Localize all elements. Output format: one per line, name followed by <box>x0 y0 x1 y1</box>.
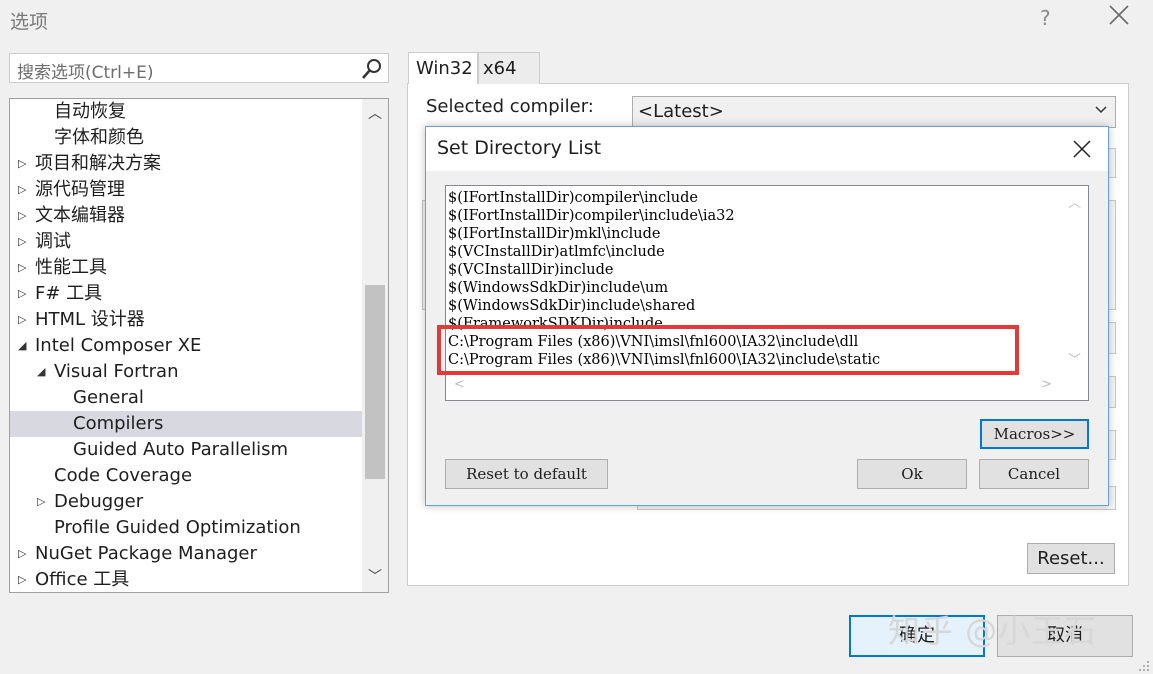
tree-item[interactable]: Compilers <box>10 411 362 437</box>
tree-item-label: 文本编辑器 <box>35 205 125 226</box>
directory-line[interactable]: $(VCInstallDir)include <box>448 261 1060 279</box>
scroll-right-icon[interactable]: > <box>1041 377 1052 392</box>
help-button[interactable]: ? <box>1040 6 1051 30</box>
dialog-ok-button[interactable]: Ok <box>857 459 967 489</box>
list-horizontal-scrollbar[interactable]: < > <box>446 374 1088 400</box>
dialog-cancel-button[interactable]: Cancel <box>979 459 1089 489</box>
scroll-down-icon[interactable]: ﹀ <box>1068 349 1081 368</box>
tree-item-label: 源代码管理 <box>35 179 125 200</box>
collapse-icon[interactable]: ◢ <box>18 333 26 359</box>
tree-item-label: General <box>73 387 144 408</box>
dialog-title: Set Directory List <box>437 137 602 159</box>
reset-to-default-button[interactable]: Reset to default <box>445 459 608 489</box>
expand-icon[interactable]: ▷ <box>18 255 26 281</box>
expand-icon[interactable]: ▷ <box>37 489 45 515</box>
set-directory-dialog: Set Directory List $(IFortInstallDir)com… <box>425 126 1109 506</box>
expand-icon[interactable]: ▷ <box>18 229 26 255</box>
directory-line[interactable]: $(IFortInstallDir)compiler\include <box>448 189 1060 207</box>
scroll-up-icon[interactable]: ︿ <box>368 103 382 123</box>
scroll-down-icon[interactable]: ﹀ <box>368 566 382 586</box>
dialog-close-icon[interactable] <box>1072 139 1092 159</box>
tree-item-label: F# 工具 <box>35 283 103 304</box>
macros-button[interactable]: Macros>> <box>980 419 1089 449</box>
tree-item-label: Visual Fortran <box>54 361 179 382</box>
search-input[interactable]: 搜索选项(Ctrl+E) <box>9 53 389 83</box>
collapse-icon[interactable]: ◢ <box>37 359 45 385</box>
hidden-field <box>1108 376 1116 408</box>
tree-item-label: 项目和解决方案 <box>35 153 161 174</box>
tree-item-label: Debugger <box>54 491 144 512</box>
expand-icon[interactable]: ▷ <box>18 281 26 307</box>
tree-item-label: Profile Guided Optimization <box>54 517 301 538</box>
directory-line[interactable]: $(VCInstallDir)atlmfc\include <box>448 243 1060 261</box>
expand-icon[interactable]: ▷ <box>18 541 26 567</box>
directory-line[interactable]: $(WindowsSdkDir)include\shared <box>448 297 1060 315</box>
compiler-select[interactable]: <Latest> <box>632 96 1116 128</box>
tree-item[interactable]: General <box>10 385 362 411</box>
tree-item[interactable]: ▷ 源代码管理 <box>10 177 362 203</box>
tree-item[interactable]: ▷ NuGet Package Manager <box>10 541 362 567</box>
tree-item-label: Intel Composer XE <box>35 335 202 356</box>
tree-item-label: Guided Auto Parallelism <box>73 439 289 460</box>
tree-item-label: Office 工具 <box>35 569 130 590</box>
options-tree[interactable]: 自动恢复字体和颜色 ▷ 项目和解决方案 ▷ 源代码管理 ▷ 文本编辑器 ▷ 调试 ▷ 性能工具 ▷ F#… <box>9 98 389 593</box>
tree-item-label: 调试 <box>35 231 71 252</box>
hidden-field <box>1108 148 1116 178</box>
hidden-field <box>1108 200 1116 310</box>
tree-item[interactable]: ▷ 性能工具 <box>10 255 362 281</box>
highlight-box <box>437 325 1019 375</box>
expand-icon[interactable]: ▷ <box>18 307 26 333</box>
search-placeholder: 搜索选项(Ctrl+E) <box>17 63 154 83</box>
expand-icon[interactable]: ▷ <box>18 567 26 592</box>
tree-item-label: 自动恢复 <box>54 101 126 122</box>
directory-line[interactable]: $(WindowsSdkDir)include\um <box>448 279 1060 297</box>
search-icon[interactable] <box>361 58 383 80</box>
tree-item-label: NuGet Package Manager <box>35 543 257 564</box>
reset-button[interactable]: Reset... <box>1027 543 1115 574</box>
dialog-titlebar: Set Directory List <box>426 127 1108 171</box>
expand-icon[interactable]: ▷ <box>18 177 26 203</box>
directory-line[interactable]: $(IFortInstallDir)compiler\include\ia32 <box>448 207 1060 225</box>
tree-item[interactable]: ◢ Intel Composer XE <box>10 333 362 359</box>
scroll-left-icon[interactable]: < <box>454 377 465 392</box>
chevron-down-icon <box>1095 106 1107 114</box>
tree-scrollbar[interactable]: ︿ ﹀ <box>362 99 388 592</box>
tree-item[interactable]: ▷ Debugger <box>10 489 362 515</box>
tree-item[interactable]: Guided Auto Parallelism <box>10 437 362 463</box>
tree-item-label: Compilers <box>73 413 164 434</box>
directory-line[interactable]: $(IFortInstallDir)mkl\include <box>448 225 1060 243</box>
resize-grip-icon[interactable] <box>1138 660 1150 672</box>
expand-icon[interactable]: ▷ <box>18 203 26 229</box>
tree-item[interactable]: Profile Guided Optimization <box>10 515 362 541</box>
hidden-field <box>1108 322 1116 354</box>
tree-item[interactable]: ▷ F# 工具 <box>10 281 362 307</box>
tree-item[interactable]: ▷ 调试 <box>10 229 362 255</box>
close-window-icon[interactable] <box>1108 4 1130 26</box>
hidden-field <box>1108 430 1116 460</box>
tree-item[interactable]: ▷ HTML 设计器 <box>10 307 362 333</box>
tree-item-label: 性能工具 <box>35 257 107 278</box>
scroll-up-icon[interactable]: ︿ <box>1068 192 1081 211</box>
tree-item[interactable]: Code Coverage <box>10 463 362 489</box>
tree-item[interactable]: ◢ Visual Fortran <box>10 359 362 385</box>
tree-item[interactable]: ▷ 项目和解决方案 <box>10 151 362 177</box>
scrollbar-thumb[interactable] <box>365 285 385 479</box>
tree-item-label: Code Coverage <box>54 465 193 486</box>
window-title: 选项 <box>10 11 49 33</box>
tree-item[interactable]: 自动恢复 <box>10 99 362 125</box>
expand-icon[interactable]: ▷ <box>18 151 26 177</box>
list-vertical-scrollbar[interactable]: ︿ ﹀ <box>1062 186 1088 372</box>
tab-win32[interactable]: Win32 <box>408 52 478 84</box>
tree-item-label: 字体和颜色 <box>54 127 144 148</box>
selected-compiler-label: Selected compiler: <box>426 96 594 117</box>
tree-item[interactable]: ▷ 文本编辑器 <box>10 203 362 229</box>
watermark: 知乎 @小玉石 <box>888 612 1098 650</box>
compiler-select-value: <Latest> <box>638 101 724 122</box>
tree-item[interactable]: ▷ Office 工具 <box>10 567 362 592</box>
tab-x64[interactable]: x64 <box>478 52 540 84</box>
tree-item-label: HTML 设计器 <box>35 309 145 330</box>
tree-item[interactable]: 字体和颜色 <box>10 125 362 151</box>
